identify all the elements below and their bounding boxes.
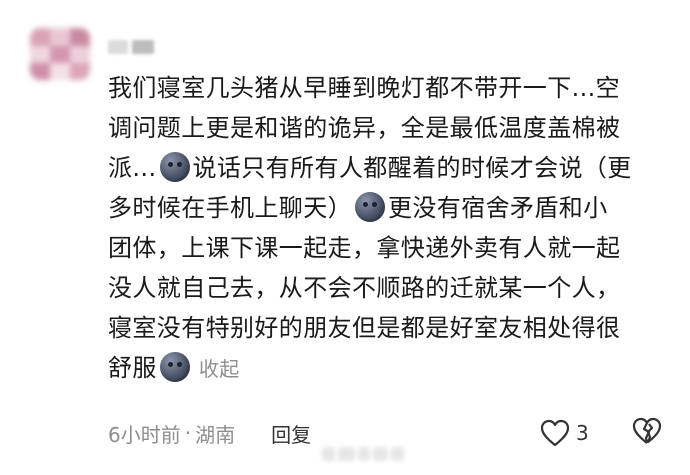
comment-line: 团体，上课下课一起走，拿快递外卖有人就一起 bbox=[108, 234, 621, 262]
location: 湖南 bbox=[195, 422, 236, 447]
broken-heart-icon bbox=[632, 417, 662, 449]
comment-card: 我们寝室几头猪从早睡到晚灯都不带开一下...空 调问题上更是和谐的诡异，全是最低… bbox=[0, 0, 690, 475]
like-count: 3 bbox=[576, 421, 589, 445]
dislike-button[interactable] bbox=[632, 417, 662, 449]
collapse-link[interactable]: 收起 bbox=[199, 357, 240, 381]
avatar[interactable] bbox=[30, 28, 90, 80]
comment-text: 我们寝室几头猪从早睡到晚灯都不带开一下...空 调问题上更是和谐的诡异，全是最低… bbox=[108, 68, 668, 388]
comment-line: 调问题上更是和谐的诡异，全是最低温度盖棉被 bbox=[108, 114, 621, 142]
comment-line: 我们寝室几头猪从早睡到晚灯都不带开一下...空 bbox=[108, 74, 621, 102]
comment-segment: 派... bbox=[108, 154, 157, 182]
moon-face-emoji-icon bbox=[159, 352, 190, 382]
meta-separator: · bbox=[184, 421, 192, 445]
reply-button[interactable]: 回复 bbox=[271, 419, 311, 448]
comment-segment: 多时候在手机上聊天） bbox=[108, 194, 352, 222]
comment-segment: 舒服 bbox=[108, 354, 157, 382]
username-blurred[interactable] bbox=[108, 40, 156, 54]
comment-segment: 说话只有所有人都醒着的时候才会说（更 bbox=[192, 154, 632, 182]
like-button[interactable]: 3 bbox=[540, 418, 589, 448]
comment-meta: 6小时前 · 湖南 回复 bbox=[108, 418, 311, 448]
comment-line: 没人就自己去，从不会不顺路的迁就某一个人， bbox=[108, 274, 621, 302]
comment-line: 多时候在手机上聊天） 更没有宿舍矛盾和小 bbox=[108, 188, 668, 228]
timestamp: 6小时前 bbox=[108, 422, 181, 447]
comment-line: 舒服 收起 bbox=[108, 348, 668, 388]
comment-segment: 更没有宿舍矛盾和小 bbox=[388, 194, 608, 222]
watermark-blurred bbox=[322, 447, 405, 463]
moon-face-emoji-icon bbox=[355, 192, 385, 222]
comment-line: 寝室没有特别好的朋友但是都是好室友相处得很 bbox=[108, 314, 621, 342]
moon-face-emoji-icon bbox=[159, 152, 190, 182]
heart-outline-icon bbox=[540, 419, 570, 447]
comment-line: 派... 说话只有所有人都醒着的时候才会说（更 bbox=[108, 148, 668, 188]
